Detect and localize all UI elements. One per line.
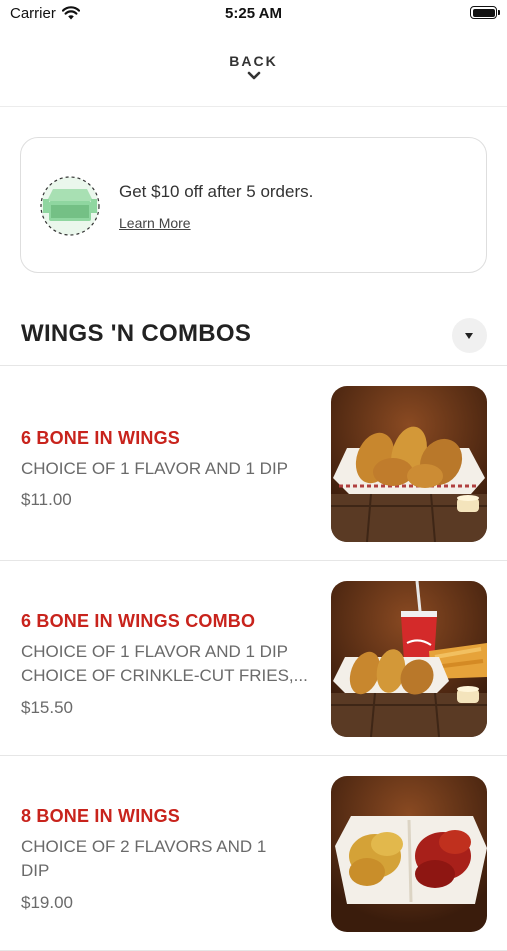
caret-down-icon [465, 333, 473, 339]
item-price: $15.50 [21, 698, 73, 717]
item-name: 6 BONE IN WINGS COMBO [21, 611, 256, 631]
promo-text: Get $10 off after 5 orders. [119, 182, 314, 201]
battery-icon [470, 6, 500, 19]
item-description: CHOICE OF 1 FLAVOR AND 1 DIP CHOICE OF C… [21, 642, 308, 685]
rewards-promo-card[interactable]: Get $10 off after 5 orders. Learn More [20, 137, 487, 273]
status-bar: Carrier 5:25 AM [0, 0, 507, 28]
chevron-down-icon [247, 71, 260, 80]
item-photo [331, 386, 487, 542]
learn-more-link[interactable]: Learn More [119, 215, 191, 231]
item-description: CHOICE OF 2 FLAVORS AND 1 DIP [21, 837, 267, 880]
header-divider [0, 106, 507, 107]
section-collapse-button[interactable] [452, 318, 487, 353]
item-price: $11.00 [21, 490, 72, 509]
item-price: $19.00 [21, 893, 73, 912]
reward-box-icon [40, 176, 100, 236]
menu-item[interactable]: 6 BONE IN WINGS CHOICE OF 1 FLAVOR AND 1… [0, 366, 507, 561]
clock: 5:25 AM [225, 5, 282, 22]
item-photo [331, 581, 487, 737]
item-name: 8 BONE IN WINGS [21, 806, 181, 826]
section-title: WINGS 'N COMBOS [21, 320, 252, 347]
item-photo [331, 776, 487, 932]
item-name: 6 BONE IN WINGS [21, 428, 181, 448]
back-label: BACK [229, 53, 278, 69]
menu-item[interactable]: 6 BONE IN WINGS COMBO CHOICE OF 1 FLAVOR… [0, 561, 507, 756]
item-description: CHOICE OF 1 FLAVOR AND 1 DIP [21, 459, 289, 478]
back-button[interactable]: BACK [0, 50, 507, 94]
menu-item[interactable]: 8 BONE IN WINGS CHOICE OF 2 FLAVORS AND … [0, 756, 507, 951]
